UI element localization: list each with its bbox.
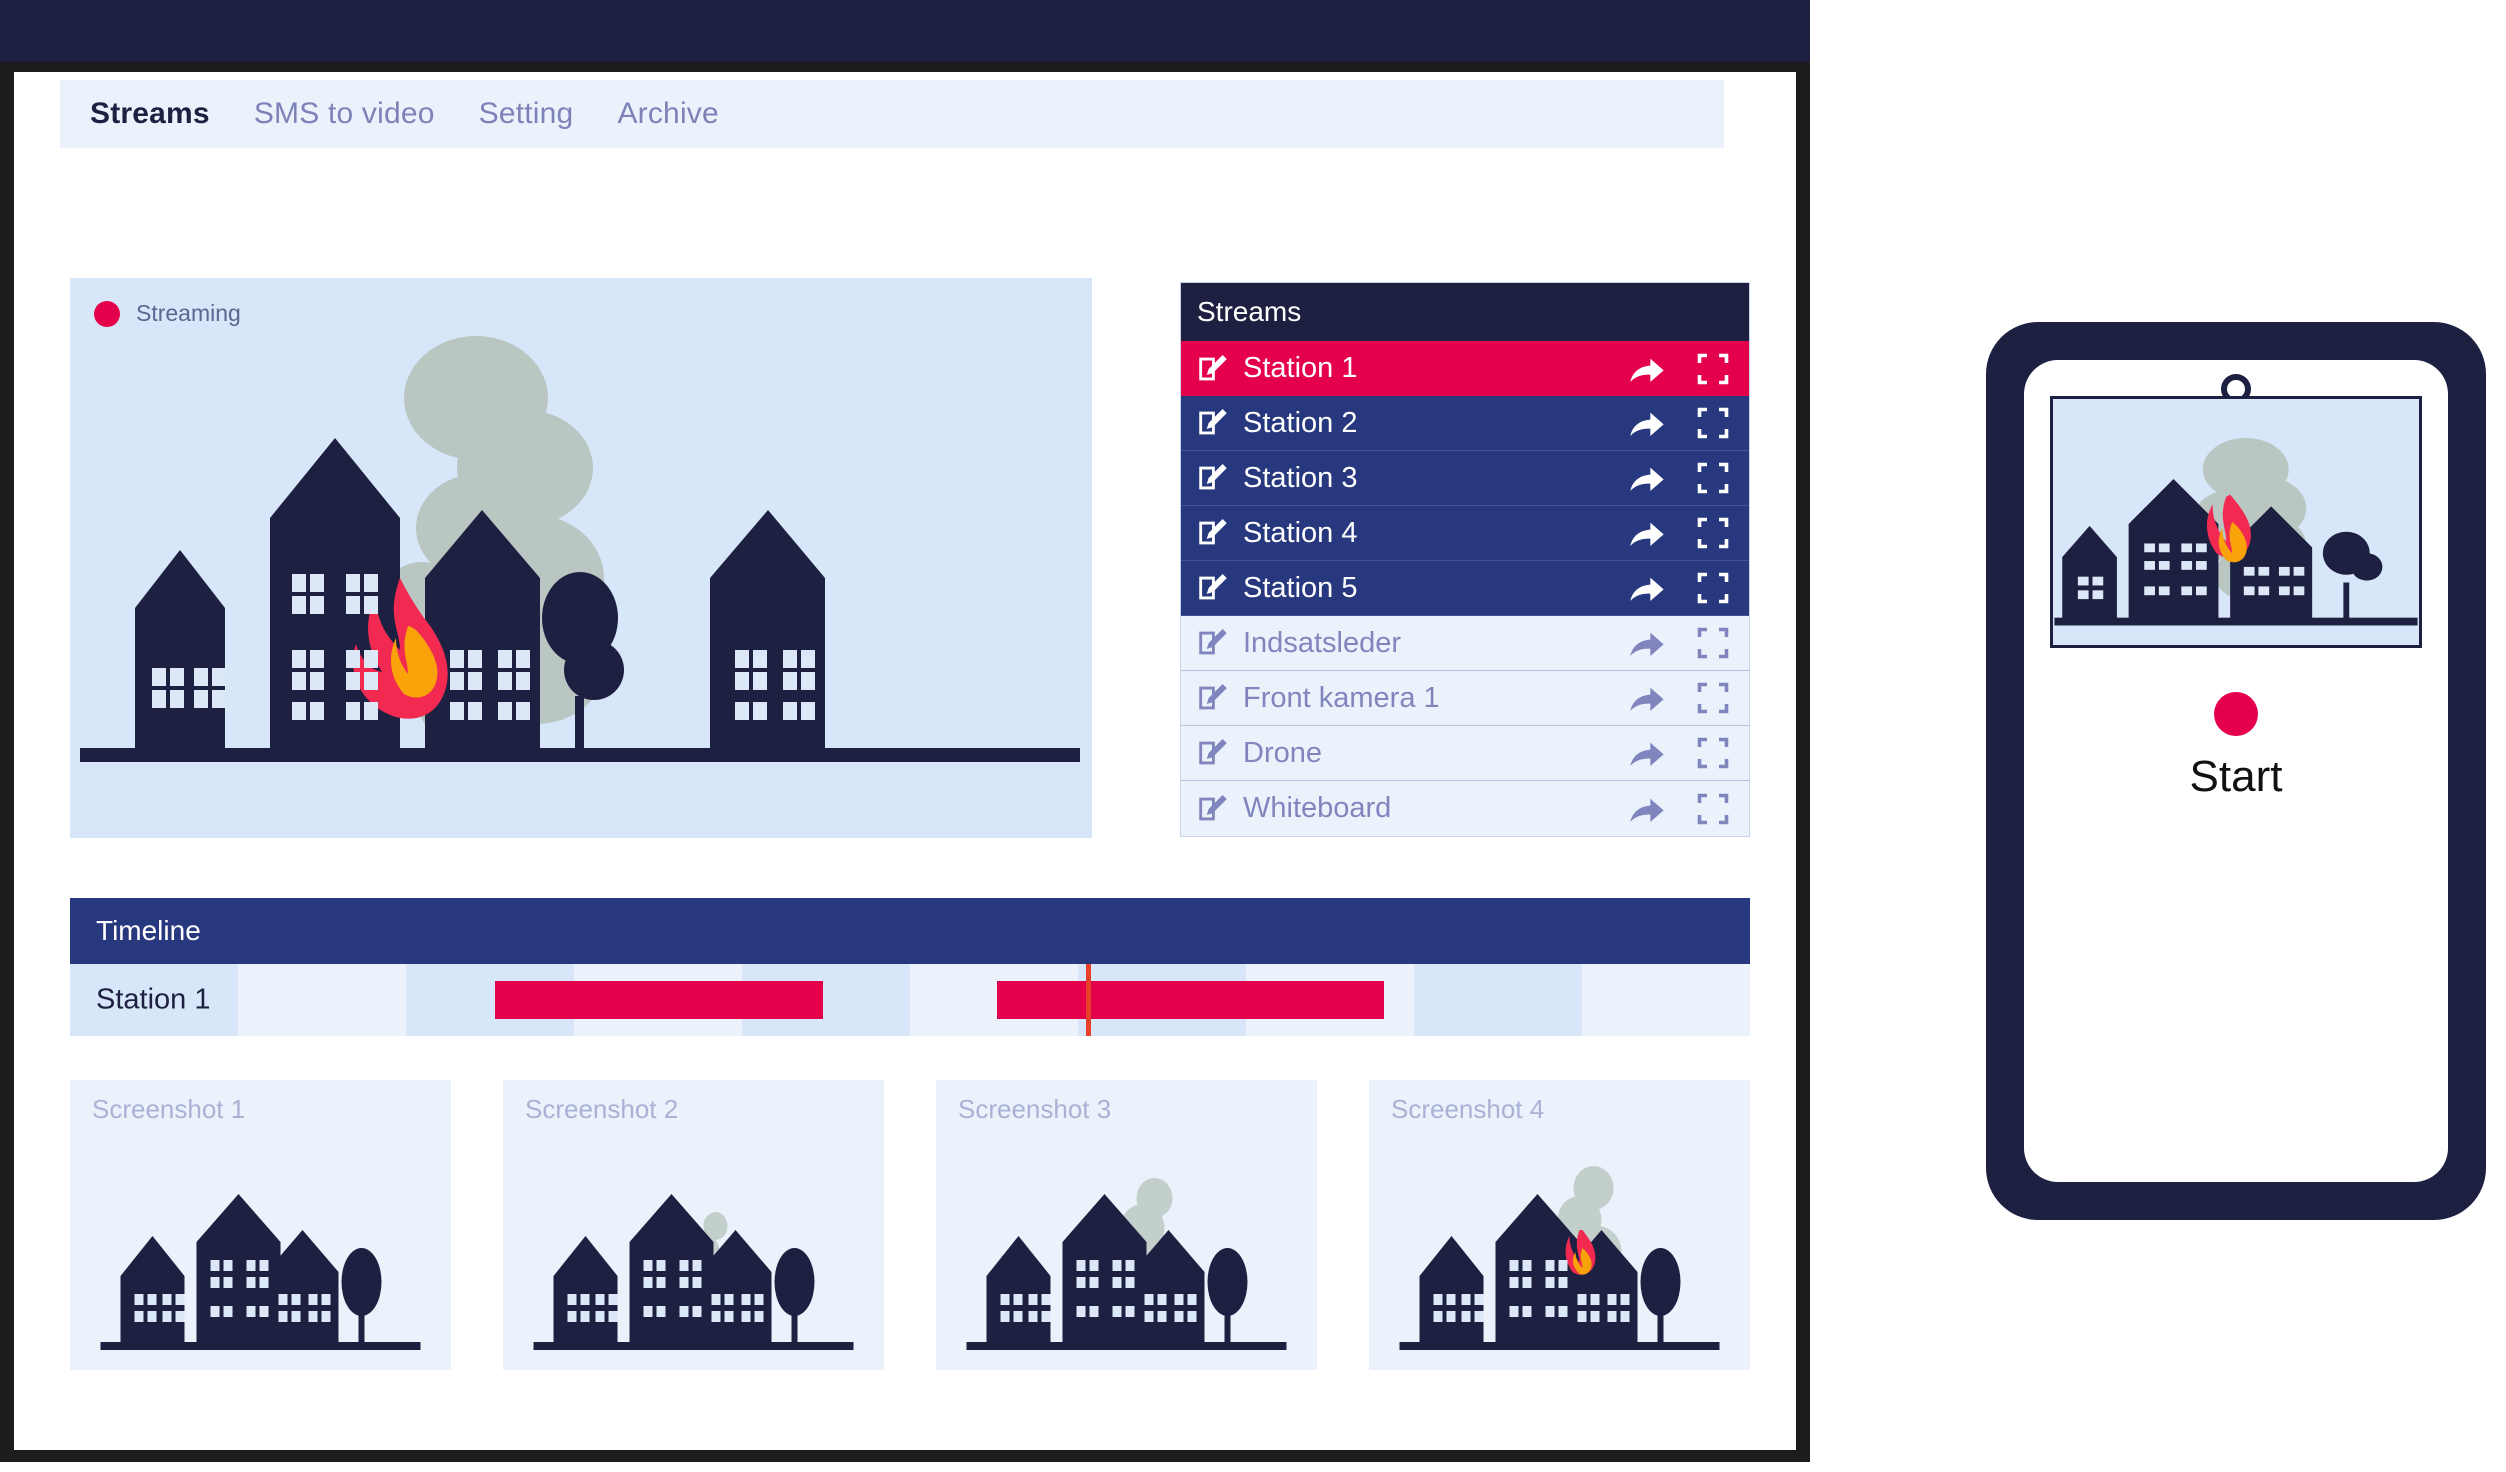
- scene-thumb-3: [966, 1178, 1287, 1350]
- fullscreen-icon[interactable]: [1695, 735, 1731, 771]
- stream-row[interactable]: Station 1: [1181, 341, 1749, 396]
- tablet-screen: Start: [2024, 360, 2448, 1182]
- share-icon[interactable]: [1627, 681, 1667, 715]
- scene-thumb-1: [100, 1194, 421, 1350]
- stream-row[interactable]: Station 4: [1181, 506, 1749, 561]
- start-label: Start: [2189, 752, 2283, 801]
- screenshot-thumb[interactable]: Screenshot 3: [936, 1080, 1317, 1370]
- scene-thumb-2: [533, 1194, 854, 1350]
- edit-icon[interactable]: [1195, 406, 1229, 440]
- screenshot-strip: Screenshot 1 Screenshot 2 Screenshot 3 S…: [70, 1080, 1750, 1370]
- screenshot-thumb[interactable]: Screenshot 1: [70, 1080, 451, 1370]
- nav-tab-bar: Streams SMS to video Setting Archive: [60, 80, 1724, 148]
- timeline-cell: [1582, 964, 1750, 1036]
- tab-sms-to-video[interactable]: SMS to video: [254, 97, 435, 131]
- share-icon[interactable]: [1627, 461, 1667, 495]
- timeline-clip[interactable]: [997, 981, 1384, 1019]
- edit-icon[interactable]: [1195, 461, 1229, 495]
- fullscreen-icon[interactable]: [1695, 460, 1731, 496]
- stream-label: Station 3: [1243, 461, 1358, 494]
- fullscreen-icon[interactable]: [1695, 570, 1731, 606]
- stream-row[interactable]: Station 2: [1181, 396, 1749, 451]
- timeline-playhead[interactable]: [1086, 964, 1092, 1036]
- timeline-track[interactable]: Station 1: [70, 964, 1750, 1036]
- tab-streams[interactable]: Streams: [90, 97, 210, 131]
- edit-icon[interactable]: [1195, 516, 1229, 550]
- stream-row[interactable]: Station 3: [1181, 451, 1749, 506]
- stream-row[interactable]: Drone: [1181, 726, 1749, 781]
- stream-row[interactable]: Whiteboard: [1181, 781, 1749, 836]
- video-stage[interactable]: Streaming: [70, 278, 1092, 838]
- tablet-video-view[interactable]: [2050, 396, 2422, 648]
- fullscreen-icon[interactable]: [1695, 680, 1731, 716]
- tab-setting[interactable]: Setting: [479, 97, 574, 131]
- screenshot-label: Screenshot 2: [525, 1094, 679, 1124]
- edit-icon[interactable]: [1195, 736, 1229, 770]
- edit-icon[interactable]: [1195, 352, 1229, 386]
- edit-icon[interactable]: [1195, 571, 1229, 605]
- stream-row[interactable]: Station 5: [1181, 561, 1749, 616]
- timeline-cell: [238, 964, 406, 1036]
- screenshot-thumb[interactable]: Screenshot 4: [1369, 1080, 1750, 1370]
- window-title-bar: [0, 0, 1810, 62]
- share-icon[interactable]: [1627, 352, 1667, 386]
- fullscreen-icon[interactable]: [1695, 515, 1731, 551]
- timeline-row-label: Station 1: [96, 983, 211, 1016]
- share-icon[interactable]: [1627, 571, 1667, 605]
- timeline-title: Timeline: [70, 898, 1750, 964]
- screenshot-label: Screenshot 1: [92, 1094, 246, 1124]
- share-icon[interactable]: [1627, 406, 1667, 440]
- stream-label: Station 4: [1243, 516, 1358, 549]
- stream-label: Station 5: [1243, 571, 1358, 604]
- recording-dot-icon: [94, 300, 120, 327]
- share-icon[interactable]: [1627, 626, 1667, 660]
- stream-label: Front kamera 1: [1243, 681, 1440, 714]
- edit-icon[interactable]: [1195, 792, 1229, 826]
- stream-row[interactable]: Indsatsleder: [1181, 616, 1749, 671]
- fullscreen-icon[interactable]: [1695, 625, 1731, 661]
- fire-scene-illustration: [80, 336, 1080, 762]
- timeline-panel: Timeline Station 1: [70, 898, 1750, 1036]
- stream-row[interactable]: Front kamera 1: [1181, 671, 1749, 726]
- tab-archive[interactable]: Archive: [617, 97, 718, 131]
- scene-thumb-4: [1399, 1166, 1720, 1350]
- stream-label: Station 1: [1243, 352, 1358, 384]
- screenshot-label: Screenshot 3: [958, 1094, 1112, 1124]
- screenshot-label: Screenshot 4: [1391, 1094, 1545, 1124]
- stream-label: Whiteboard: [1243, 792, 1392, 824]
- streams-panel-title: Streams: [1181, 283, 1749, 341]
- fullscreen-icon[interactable]: [1695, 351, 1731, 387]
- edit-icon[interactable]: [1195, 681, 1229, 715]
- timeline-clip[interactable]: [495, 981, 823, 1019]
- fullscreen-icon[interactable]: [1695, 405, 1731, 441]
- stream-label: Drone: [1243, 736, 1322, 769]
- share-icon[interactable]: [1627, 736, 1667, 770]
- stream-label: Indsatsleder: [1243, 626, 1401, 659]
- record-button[interactable]: [2214, 692, 2258, 736]
- tablet-fire-scene: [2054, 438, 2418, 626]
- screenshot-thumb[interactable]: Screenshot 2: [503, 1080, 884, 1370]
- tablet-device: Start: [1986, 322, 2486, 1220]
- share-icon[interactable]: [1627, 516, 1667, 550]
- share-icon[interactable]: [1627, 792, 1667, 826]
- edit-icon[interactable]: [1195, 626, 1229, 660]
- streaming-status: Streaming: [94, 300, 241, 327]
- fullscreen-icon[interactable]: [1695, 791, 1731, 827]
- timeline-cell: [1414, 964, 1582, 1036]
- streams-panel: Streams Station 1 Station 2 Station 3 St…: [1180, 282, 1750, 837]
- streaming-status-label: Streaming: [136, 300, 241, 326]
- stream-label: Station 2: [1243, 406, 1358, 439]
